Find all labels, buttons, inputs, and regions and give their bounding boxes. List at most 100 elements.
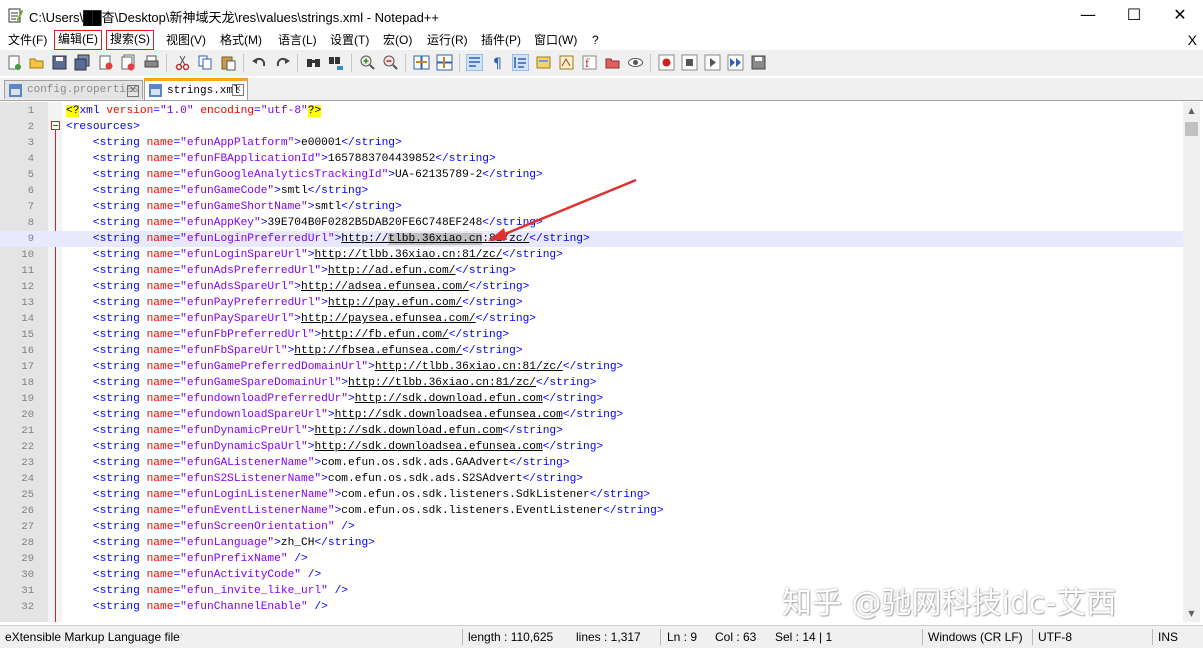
code-text: <string name="efunGoogleAnalyticsTrackin…	[66, 167, 543, 183]
code-line[interactable]: 17 <string name="efunGamePreferredDomain…	[0, 359, 1183, 375]
menu-macro[interactable]: 宏(O)	[383, 30, 412, 50]
run-macro-multiple-icon[interactable]	[727, 54, 744, 71]
stop-macro-icon[interactable]	[681, 54, 698, 71]
code-line[interactable]: 29 <string name="efunPrefixName" />	[0, 551, 1183, 567]
token-attr: name	[146, 377, 174, 389]
code-line[interactable]: 6 <string name="efunGameCode">smtl</stri…	[0, 183, 1183, 199]
minimize-button[interactable]: —	[1065, 0, 1111, 30]
token-tag: <string	[66, 457, 147, 469]
code-line[interactable]: 19 <string name="efundownloadPreferredUr…	[0, 391, 1183, 407]
show-all-characters-icon[interactable]: ¶	[489, 54, 506, 71]
monitoring-icon[interactable]	[627, 54, 644, 71]
close-window-button[interactable]: ✕	[1157, 0, 1203, 30]
code-line[interactable]: 21 <string name="efunDynamicPreUrl">http…	[0, 423, 1183, 439]
zoom-in-icon[interactable]	[359, 54, 376, 71]
cut-icon[interactable]	[174, 54, 191, 71]
code-text: <string name="efunChannelEnable" />	[66, 599, 328, 615]
code-line[interactable]: 8 <string name="efunAppKey">39E704B0F028…	[0, 215, 1183, 231]
menu-plugins[interactable]: 插件(P)	[481, 30, 521, 50]
code-line[interactable]: 28 <string name="efunLanguage">zh_CH</st…	[0, 535, 1183, 551]
close-document-button[interactable]: X	[1188, 30, 1197, 50]
sync-horizontal-icon[interactable]	[436, 54, 453, 71]
replace-icon[interactable]	[328, 54, 345, 71]
menu-format[interactable]: 格式(M)	[220, 30, 262, 50]
token-tag: </string>	[341, 137, 402, 149]
code-line[interactable]: 26 <string name="efunEventListenerName">…	[0, 503, 1183, 519]
word-wrap-icon[interactable]	[466, 54, 483, 71]
code-line[interactable]: 4 <string name="efunFBApplicationId">165…	[0, 151, 1183, 167]
menu-language[interactable]: 语言(L)	[278, 30, 317, 50]
code-line[interactable]: 12 <string name="efunAdsSpareUrl">http:/…	[0, 279, 1183, 295]
redo-icon[interactable]	[274, 54, 291, 71]
code-line[interactable]: 16 <string name="efunFbSpareUrl">http://…	[0, 343, 1183, 359]
maximize-button[interactable]: ☐	[1111, 0, 1157, 30]
code-line[interactable]: 14 <string name="efunPaySpareUrl">http:/…	[0, 311, 1183, 327]
find-icon[interactable]	[305, 54, 322, 71]
close-tab-icon[interactable]: x	[232, 84, 244, 96]
status-lines: lines : 1,317	[576, 630, 641, 644]
folder-workspace-icon[interactable]	[604, 54, 621, 71]
code-text: <string name="efunAppKey">39E704B0F0282B…	[66, 215, 543, 231]
code-editor[interactable]: 1 <?xml version="1.0" encoding="utf-8"?> 2…	[0, 102, 1183, 622]
menu-view[interactable]: 视图(V)	[166, 30, 206, 50]
code-line[interactable]: 5 <string name="efunGoogleAnalyticsTrack…	[0, 167, 1183, 183]
document-map-icon[interactable]	[558, 54, 575, 71]
status-length: length : 110,625	[468, 630, 554, 644]
code-line[interactable]: 9 <string name="efunLoginPreferredUrl">h…	[0, 231, 1183, 247]
scroll-down-arrow-icon[interactable]: ▼	[1183, 605, 1200, 622]
copy-icon[interactable]	[197, 54, 214, 71]
token-tag: >	[294, 137, 302, 149]
save-icon[interactable]	[51, 54, 68, 71]
scroll-up-arrow-icon[interactable]: ▲	[1183, 102, 1200, 119]
code-line[interactable]: 3 <string name="efunAppPlatform">e00001<…	[0, 135, 1183, 151]
zoom-out-icon[interactable]	[382, 54, 399, 71]
code-line[interactable]: 23 <string name="efunGAListenerName">com…	[0, 455, 1183, 471]
token-attr: name	[146, 569, 174, 581]
paste-icon[interactable]	[220, 54, 237, 71]
code-line[interactable]: 13 <string name="efunPayPreferredUrl">ht…	[0, 295, 1183, 311]
menu-run[interactable]: 运行(R)	[427, 30, 468, 50]
code-line[interactable]: 25 <string name="efunLoginListenerName">…	[0, 487, 1183, 503]
menu-settings[interactable]: 设置(T)	[330, 30, 369, 50]
status-encoding[interactable]: UTF-8	[1038, 626, 1072, 648]
close-all-icon[interactable]	[120, 54, 137, 71]
new-file-icon[interactable]	[6, 54, 23, 71]
code-line[interactable]: 1 <?xml version="1.0" encoding="utf-8"?>	[0, 103, 1183, 119]
menu-search[interactable]: 搜索(S)	[106, 30, 154, 50]
status-eol[interactable]: Windows (CR LF)	[928, 626, 1023, 648]
save-macro-icon[interactable]	[750, 54, 767, 71]
code-line[interactable]: 22 <string name="efunDynamicSpaUrl">http…	[0, 439, 1183, 455]
code-line[interactable]: 20 <string name="efundownloadSpareUrl">h…	[0, 407, 1183, 423]
sync-vertical-icon[interactable]	[413, 54, 430, 71]
code-line[interactable]: 27 <string name="efunScreenOrientation" …	[0, 519, 1183, 535]
vertical-scrollbar[interactable]: ▲ ▼	[1183, 102, 1200, 622]
menu-window[interactable]: 窗口(W)	[534, 30, 577, 50]
menu-edit[interactable]: 编辑(E)	[54, 30, 102, 50]
menu-file[interactable]: 文件(F)	[8, 30, 47, 50]
tab-config-properties[interactable]: config.properties x	[4, 80, 143, 99]
token-attr: name	[146, 329, 174, 341]
menu-help[interactable]: ?	[592, 30, 599, 50]
open-file-icon[interactable]	[28, 54, 45, 71]
scrollbar-thumb[interactable]	[1185, 122, 1198, 136]
code-line[interactable]: 15 <string name="efunFbPreferredUrl">htt…	[0, 327, 1183, 343]
line-number: 19	[21, 393, 34, 405]
code-text: <string name="efunEventListenerName">com…	[66, 503, 664, 519]
code-line[interactable]: 7 <string name="efunGameShortName">smtl<…	[0, 199, 1183, 215]
print-icon[interactable]	[143, 54, 160, 71]
indent-guide-icon[interactable]	[512, 54, 529, 71]
close-file-icon[interactable]	[97, 54, 114, 71]
play-macro-icon[interactable]	[704, 54, 721, 71]
code-line[interactable]: 18 <string name="efunGameSpareDomainUrl"…	[0, 375, 1183, 391]
record-macro-icon[interactable]	[658, 54, 675, 71]
save-all-icon[interactable]	[74, 54, 91, 71]
code-line[interactable]: 11 <string name="efunAdsPreferredUrl">ht…	[0, 263, 1183, 279]
function-list-icon[interactable]: f	[581, 54, 598, 71]
language-define-icon[interactable]	[535, 54, 552, 71]
code-line[interactable]: 2 <resources>	[0, 119, 1183, 135]
code-line[interactable]: 10 <string name="efunLoginSpareUrl">http…	[0, 247, 1183, 263]
tab-strings-xml[interactable]: strings.xml x	[144, 78, 248, 100]
close-tab-icon[interactable]: x	[127, 85, 139, 97]
code-line[interactable]: 24 <string name="efunS2SListenerName">co…	[0, 471, 1183, 487]
undo-icon[interactable]	[251, 54, 268, 71]
